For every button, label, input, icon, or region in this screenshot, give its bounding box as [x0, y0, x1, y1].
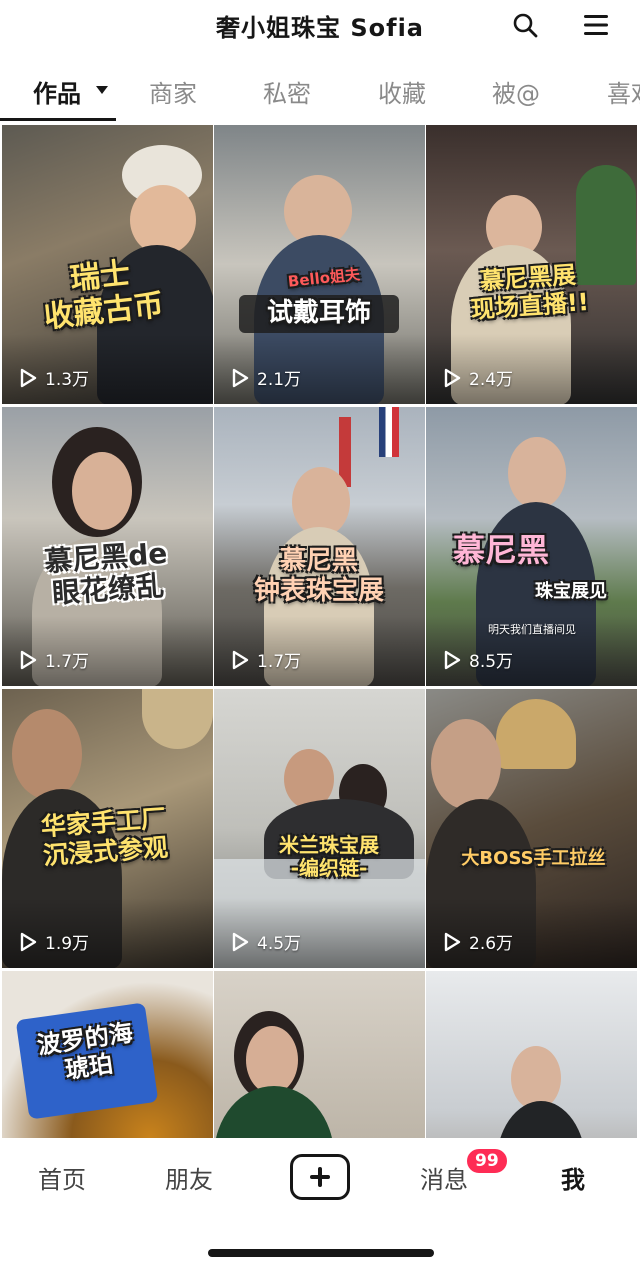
hamburger-menu-icon[interactable] [581, 10, 611, 40]
tab-mentions[interactable]: 被@ [492, 74, 540, 109]
play-count: 1.7万 [231, 647, 301, 672]
play-count: 4.5万 [231, 929, 301, 954]
play-count: 2.1万 [231, 365, 301, 390]
video-tile[interactable]: 波罗的海 琥珀 [2, 971, 213, 1138]
video-tile[interactable]: 华家手工厂 沉浸式参观 1.9万 [2, 689, 213, 968]
bottom-navigation: 首页 朋友 消息 99 我 [0, 1138, 640, 1274]
tab-works[interactable]: 作品 [33, 74, 81, 109]
video-tile[interactable]: 慕尼黑de 眼花缭乱 1.7万 [2, 407, 213, 686]
video-tile[interactable] [214, 971, 425, 1138]
nav-messages[interactable]: 消息 [420, 1160, 468, 1195]
video-tile[interactable]: 大BOSS手工拉丝 2.6万 [426, 689, 637, 968]
face-shape [431, 719, 501, 809]
face-shape [12, 709, 82, 799]
active-tab-indicator [0, 118, 116, 121]
play-icon [232, 932, 249, 951]
chevron-down-icon[interactable] [96, 86, 108, 94]
play-count-value: 2.1万 [257, 370, 302, 390]
play-icon [444, 650, 461, 669]
video-tile[interactable]: 慕尼黑 珠宝展见 明天我们直播间见 8.5万 [426, 407, 637, 686]
nav-me[interactable]: 我 [561, 1160, 585, 1195]
lamp-shape [496, 699, 576, 769]
play-count-value: 2.6万 [469, 934, 514, 954]
tab-favorites[interactable]: 收藏 [378, 74, 426, 109]
tab-likes[interactable]: 喜欢 [607, 74, 640, 109]
play-icon [20, 650, 37, 669]
play-icon [444, 932, 461, 951]
video-tile[interactable]: Bello姐夫 试戴耳饰 2.1万 [214, 125, 425, 404]
play-count-value: 8.5万 [469, 652, 514, 672]
video-tile[interactable]: 慕尼黑展 现场直播!! 2.4万 [426, 125, 637, 404]
face-shape [508, 437, 566, 509]
video-caption: 慕尼黑展 现场直播!! [470, 260, 590, 324]
play-icon [232, 368, 249, 387]
video-note: 明天我们直播间见 [488, 623, 576, 636]
video-caption: 华家手工厂 沉浸式参观 [40, 803, 169, 871]
play-count: 1.3万 [19, 365, 89, 390]
video-sub-caption: 珠宝展见 [535, 581, 607, 602]
play-count-value: 1.7万 [257, 652, 302, 672]
video-tile[interactable]: 慕尼黑 钟表珠宝展 1.7万 [214, 407, 425, 686]
profile-tabs: 作品 商家 私密 收藏 被@ 喜欢 [0, 62, 640, 122]
face-shape [246, 1026, 298, 1094]
video-caption: 慕尼黑 [452, 531, 549, 569]
play-icon [444, 368, 461, 387]
play-count: 2.6万 [443, 929, 513, 954]
video-caption: 慕尼黑 钟表珠宝展 [253, 546, 384, 606]
video-tile[interactable]: 瑞士 收藏古币 1.3万 [2, 125, 213, 404]
play-count: 2.4万 [443, 365, 513, 390]
video-caption: 大BOSS手工拉丝 [461, 848, 606, 869]
play-icon [20, 932, 37, 951]
face-shape [72, 452, 132, 530]
search-icon[interactable] [510, 10, 540, 40]
play-count-value: 4.5万 [257, 934, 302, 954]
video-tile[interactable]: 米兰珠宝展 -编织链- 4.5万 [214, 689, 425, 968]
nav-friends[interactable]: 朋友 [165, 1160, 213, 1195]
home-indicator[interactable] [208, 1249, 434, 1257]
flag-shape [379, 407, 399, 457]
tab-private[interactable]: 私密 [263, 74, 311, 109]
play-count-value: 1.7万 [45, 652, 90, 672]
play-count: 1.7万 [19, 647, 89, 672]
video-caption: 试戴耳饰 [239, 295, 399, 333]
messages-badge: 99 [465, 1147, 509, 1175]
video-grid: 瑞士 收藏古币 1.3万 Bello姐夫 试戴耳饰 2.1万 慕尼黑展 现场直播… [0, 123, 640, 1138]
play-count-value: 2.4万 [469, 370, 514, 390]
tab-merchant[interactable]: 商家 [149, 74, 197, 109]
profile-title: 奢小姐珠宝 Sofia [216, 14, 424, 42]
play-count-value: 1.9万 [45, 934, 90, 954]
create-button[interactable] [290, 1154, 350, 1200]
video-tile[interactable] [426, 971, 637, 1138]
play-count-value: 1.3万 [45, 370, 90, 390]
plus-icon [310, 1167, 330, 1187]
video-caption: 米兰珠宝展 -编织链- [279, 833, 379, 880]
play-count: 8.5万 [443, 647, 513, 672]
profile-header: 奢小姐珠宝 Sofia [0, 0, 640, 52]
play-icon [232, 650, 249, 669]
play-count: 1.9万 [19, 929, 89, 954]
nav-home[interactable]: 首页 [38, 1160, 86, 1195]
play-icon [20, 368, 37, 387]
